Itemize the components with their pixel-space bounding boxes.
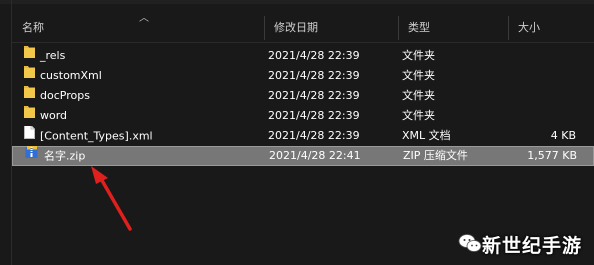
file-name-cell: _rels xyxy=(24,46,244,66)
column-header-type[interactable]: 类型 xyxy=(398,14,508,42)
file-name: _rels xyxy=(40,49,66,62)
watermark-text: 新世纪手游 xyxy=(482,235,583,257)
xml-file-icon xyxy=(24,126,35,146)
file-list: _rels 2021/4/28 22:39 文件夹 customXml 2021… xyxy=(12,46,594,166)
file-name: docProps xyxy=(40,89,90,102)
column-header-date[interactable]: 修改日期 xyxy=(264,14,398,42)
file-date: 2021/4/28 22:41 xyxy=(269,149,361,162)
wechat-icon xyxy=(458,234,482,252)
column-header-size-label: 大小 xyxy=(518,21,540,34)
folder-icon xyxy=(24,106,35,125)
file-name: [Content_Types].xml xyxy=(40,129,153,143)
file-name-cell: 名字.zip xyxy=(25,146,245,166)
file-name-cell: [Content_Types].xml xyxy=(24,126,244,146)
file-date: 2021/4/28 22:39 xyxy=(268,109,360,122)
file-name: 名字.zip xyxy=(44,149,86,163)
file-size: 1,577 KB xyxy=(527,149,577,162)
file-row[interactable]: customXml 2021/4/28 22:39 文件夹 xyxy=(12,66,594,86)
file-type: 文件夹 xyxy=(402,69,435,82)
file-name-cell: customXml xyxy=(24,66,244,86)
file-name-cell: word xyxy=(24,106,244,126)
watermark: 新世纪手游 xyxy=(458,225,594,261)
column-header-name[interactable]: 名称 xyxy=(12,14,264,42)
column-header-date-label: 修改日期 xyxy=(274,21,318,34)
file-size xyxy=(512,86,576,106)
file-size xyxy=(512,106,576,126)
file-date: 2021/4/28 22:39 xyxy=(268,69,360,82)
file-row[interactable]: docProps 2021/4/28 22:39 文件夹 xyxy=(12,86,594,106)
folder-icon xyxy=(24,86,35,105)
file-size: 4 KB xyxy=(550,129,576,142)
file-size xyxy=(512,66,576,86)
column-header-type-label: 类型 xyxy=(408,21,430,34)
file-name-cell: docProps xyxy=(24,86,244,106)
file-row[interactable]: word 2021/4/28 22:39 文件夹 xyxy=(12,106,594,126)
file-date: 2021/4/28 22:39 xyxy=(268,89,360,102)
file-type: 文件夹 xyxy=(402,89,435,102)
file-type: XML 文档 xyxy=(402,129,451,142)
top-strip xyxy=(0,0,594,4)
file-row[interactable]: _rels 2021/4/28 22:39 文件夹 xyxy=(12,46,594,66)
folder-icon xyxy=(24,66,35,85)
file-row[interactable]: [Content_Types].xml 2021/4/28 22:39 XML … xyxy=(12,126,594,146)
file-type: 文件夹 xyxy=(402,49,435,62)
file-type: 文件夹 xyxy=(402,109,435,122)
file-explorer-window: ︿ 名称 修改日期 类型 大小 _rels 2021/4/28 22:39 文件… xyxy=(0,0,594,265)
file-size xyxy=(512,46,576,66)
column-header-bar: ︿ 名称 修改日期 类型 大小 xyxy=(12,14,594,43)
column-header-name-label: 名称 xyxy=(22,21,44,34)
column-header-size[interactable]: 大小 xyxy=(508,14,594,42)
file-row-selected[interactable]: 名字.zip 2021/4/28 22:41 ZIP 压缩文件 1,577 KB xyxy=(12,146,594,166)
file-name: customXml xyxy=(40,69,102,82)
file-date: 2021/4/28 22:39 xyxy=(268,129,360,142)
zip-file-icon xyxy=(25,146,39,166)
folder-icon xyxy=(24,46,35,65)
file-name: word xyxy=(40,109,68,122)
file-type: ZIP 压缩文件 xyxy=(403,149,468,162)
file-date: 2021/4/28 22:39 xyxy=(268,49,360,62)
